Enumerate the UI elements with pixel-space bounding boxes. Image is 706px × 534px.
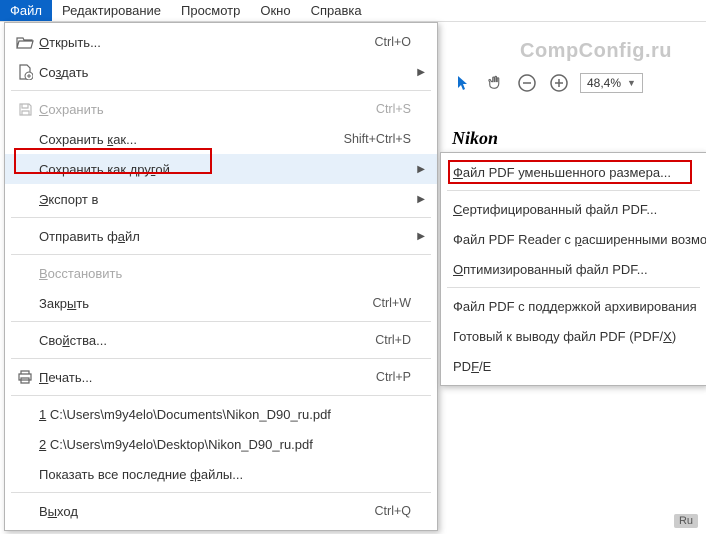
submenu-arrow-icon: ▶ bbox=[411, 231, 425, 242]
submenu-print-ready-pdf[interactable]: Готовый к выводу файл PDF (PDF/X) bbox=[441, 321, 706, 351]
save-icon bbox=[11, 102, 39, 117]
submenu-certified-pdf-label: Сертифицированный файл PDF... bbox=[453, 202, 657, 217]
folder-open-icon bbox=[11, 35, 39, 49]
menubar: Файл Редактирование Просмотр Окно Справк… bbox=[0, 0, 706, 22]
menu-separator bbox=[447, 287, 700, 288]
menu-print-label: Печать... bbox=[39, 370, 376, 385]
document-brand: Nikon bbox=[452, 128, 498, 149]
hand-tool-icon[interactable] bbox=[484, 72, 506, 94]
submenu-reduced-size-pdf-label: Файл PDF уменьшенного размера... bbox=[453, 165, 671, 180]
menu-properties[interactable]: Свойства... Ctrl+D bbox=[5, 325, 437, 355]
menu-show-all-recent[interactable]: Показать все последние файлы... bbox=[5, 459, 437, 489]
menu-recent-1-label: 1 C:\Users\m9y4elo\Documents\Nikon_D90_r… bbox=[39, 407, 411, 422]
printer-icon bbox=[11, 369, 39, 385]
menu-help[interactable]: Справка bbox=[301, 0, 372, 21]
menu-exit[interactable]: Выход Ctrl+Q bbox=[5, 496, 437, 526]
menu-show-all-recent-label: Показать все последние файлы... bbox=[39, 467, 411, 482]
menu-separator bbox=[447, 190, 700, 191]
menu-close[interactable]: Закрыть Ctrl+W bbox=[5, 288, 437, 318]
menu-view[interactable]: Просмотр bbox=[171, 0, 250, 21]
menu-close-shortcut: Ctrl+W bbox=[372, 296, 411, 310]
zoom-value: 48,4% bbox=[587, 76, 621, 90]
menu-send-file-label: Отправить файл bbox=[39, 229, 411, 244]
menu-restore: Восстановить bbox=[5, 258, 437, 288]
menu-separator bbox=[11, 395, 431, 396]
menu-window[interactable]: Окно bbox=[250, 0, 300, 21]
submenu-arrow-icon: ▶ bbox=[411, 194, 425, 205]
menu-open[interactable]: Открыть... Ctrl+O bbox=[5, 27, 437, 57]
save-as-other-submenu: Файл PDF уменьшенного размера... Сертифи… bbox=[440, 152, 706, 386]
menu-save-as-shortcut: Shift+Ctrl+S bbox=[344, 132, 411, 146]
submenu-arrow-icon: ▶ bbox=[411, 67, 425, 78]
submenu-optimized-pdf[interactable]: Оптимизированный файл PDF... bbox=[441, 254, 706, 284]
menu-restore-label: Восстановить bbox=[39, 266, 411, 281]
zoom-combo[interactable]: 48,4% ▼ bbox=[580, 73, 643, 93]
menu-recent-2[interactable]: 2 C:\Users\m9y4elo\Desktop\Nikon_D90_ru.… bbox=[5, 429, 437, 459]
menu-recent-2-label: 2 C:\Users\m9y4elo\Desktop\Nikon_D90_ru.… bbox=[39, 437, 411, 452]
file-menu-dropdown: Открыть... Ctrl+O Создать ▶ Сохранить Ct… bbox=[4, 22, 438, 531]
menu-separator bbox=[11, 254, 431, 255]
app-toolbar: CompConfig.ru 48,4% ▼ bbox=[440, 22, 706, 122]
menu-separator bbox=[11, 492, 431, 493]
submenu-print-ready-pdf-label: Готовый к выводу файл PDF (PDF/X) bbox=[453, 329, 676, 344]
new-file-icon bbox=[11, 64, 39, 80]
menu-separator bbox=[11, 321, 431, 322]
menu-export[interactable]: Экспорт в ▶ bbox=[5, 184, 437, 214]
menu-properties-shortcut: Ctrl+D bbox=[375, 333, 411, 347]
submenu-archive-pdf[interactable]: Файл PDF с поддержкой архивирования bbox=[441, 291, 706, 321]
watermark-text: CompConfig.ru bbox=[520, 40, 672, 63]
chevron-down-icon: ▼ bbox=[627, 78, 636, 88]
menu-edit[interactable]: Редактирование bbox=[52, 0, 171, 21]
menu-file[interactable]: Файл bbox=[0, 0, 52, 21]
menu-save-label: Сохранить bbox=[39, 102, 376, 117]
menu-export-label: Экспорт в bbox=[39, 192, 411, 207]
submenu-reader-extended-pdf[interactable]: Файл PDF Reader с расширенными возможнос… bbox=[441, 224, 706, 254]
submenu-optimized-pdf-label: Оптимизированный файл PDF... bbox=[453, 262, 648, 277]
menu-create[interactable]: Создать ▶ bbox=[5, 57, 437, 87]
menu-save-shortcut: Ctrl+S bbox=[376, 102, 411, 116]
menu-send-file[interactable]: Отправить файл ▶ bbox=[5, 221, 437, 251]
menu-save-as-other[interactable]: Сохранить как другой ▶ bbox=[5, 154, 437, 184]
submenu-pdfe-label: PDF/E bbox=[453, 359, 491, 374]
menu-print[interactable]: Печать... Ctrl+P bbox=[5, 362, 437, 392]
menu-separator bbox=[11, 90, 431, 91]
submenu-archive-pdf-label: Файл PDF с поддержкой архивирования bbox=[453, 299, 697, 314]
menu-save: Сохранить Ctrl+S bbox=[5, 94, 437, 124]
submenu-certified-pdf[interactable]: Сертифицированный файл PDF... bbox=[441, 194, 706, 224]
zoom-in-icon[interactable] bbox=[548, 72, 570, 94]
language-badge: Ru bbox=[674, 514, 698, 528]
submenu-reduced-size-pdf[interactable]: Файл PDF уменьшенного размера... bbox=[441, 157, 706, 187]
menu-separator bbox=[11, 217, 431, 218]
submenu-reader-extended-pdf-label: Файл PDF Reader с расширенными возможнос… bbox=[453, 232, 706, 247]
menu-save-as-other-label: Сохранить как другой bbox=[39, 162, 411, 177]
menu-exit-label: Выход bbox=[39, 504, 375, 519]
menu-save-as[interactable]: Сохранить как... Shift+Ctrl+S bbox=[5, 124, 437, 154]
zoom-out-icon[interactable] bbox=[516, 72, 538, 94]
menu-properties-label: Свойства... bbox=[39, 333, 375, 348]
menu-separator bbox=[11, 358, 431, 359]
submenu-pdfe[interactable]: PDF/E bbox=[441, 351, 706, 381]
submenu-arrow-icon: ▶ bbox=[411, 164, 425, 175]
menu-close-label: Закрыть bbox=[39, 296, 372, 311]
menu-print-shortcut: Ctrl+P bbox=[376, 370, 411, 384]
pointer-tool-icon[interactable] bbox=[452, 72, 474, 94]
menu-create-label: Создать bbox=[39, 65, 411, 80]
menu-open-shortcut: Ctrl+O bbox=[375, 35, 411, 49]
menu-open-label: Открыть... bbox=[39, 35, 375, 50]
menu-save-as-label: Сохранить как... bbox=[39, 132, 344, 147]
menu-exit-shortcut: Ctrl+Q bbox=[375, 504, 411, 518]
menu-recent-1[interactable]: 1 C:\Users\m9y4elo\Documents\Nikon_D90_r… bbox=[5, 399, 437, 429]
